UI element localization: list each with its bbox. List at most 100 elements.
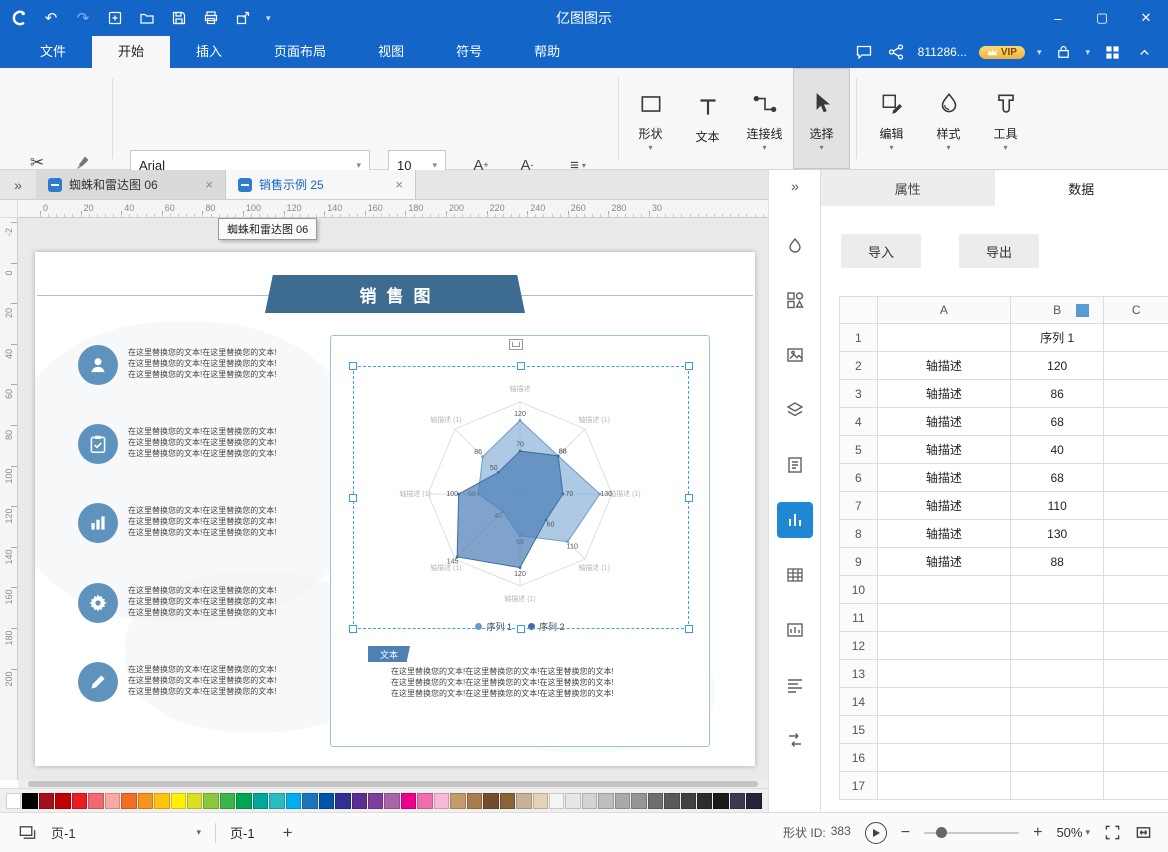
cell-b13[interactable] (1011, 660, 1104, 688)
doc-tabs-overflow-icon[interactable]: » (0, 170, 36, 199)
color-swatch-38[interactable] (631, 793, 646, 809)
cell-b2[interactable]: 120 (1011, 352, 1104, 380)
export-button[interactable]: 导出 (959, 234, 1039, 268)
row-number-12[interactable]: 12 (840, 632, 878, 660)
tool-1-button[interactable]: 文本 (679, 68, 736, 169)
column-header-c[interactable]: C (1104, 297, 1168, 324)
radar-chart-object[interactable]: 轴描述轴描述 (1)轴描述 (1)轴描述 (1)轴描述 (1)轴描述 (1)轴描… (330, 335, 710, 747)
text-tag[interactable]: 文本 (368, 646, 410, 662)
cell-a13[interactable] (878, 660, 1011, 688)
color-swatch-32[interactable] (533, 793, 548, 809)
cell-c1[interactable] (1104, 324, 1168, 352)
feature-item-3[interactable]: 在这里替换您的文本!在这里替换您的文本!在这里替换您的文本!在这里替换您的文本!… (78, 583, 348, 623)
color-swatch-37[interactable] (615, 793, 630, 809)
cell-c9[interactable] (1104, 548, 1168, 576)
feature-item-2[interactable]: 在这里替换您的文本!在这里替换您的文本!在这里替换您的文本!在这里替换您的文本!… (78, 503, 348, 543)
cell-a9[interactable]: 轴描述 (878, 548, 1011, 576)
panel-notes-icon[interactable] (777, 447, 813, 483)
zoom-level-select[interactable]: 50% ▾ (1056, 825, 1090, 840)
fit-to-window-icon[interactable] (1135, 824, 1152, 841)
color-swatch-27[interactable] (450, 793, 465, 809)
cell-b12[interactable] (1011, 632, 1104, 660)
cell-b7[interactable]: 110 (1011, 492, 1104, 520)
sheet-corner-cell[interactable] (840, 297, 878, 324)
zoom-slider-knob[interactable] (936, 827, 947, 838)
row-number-15[interactable]: 15 (840, 716, 878, 744)
color-swatch-2[interactable] (39, 793, 54, 809)
vip-badge[interactable]: VIP (979, 46, 1025, 59)
color-swatch-30[interactable] (500, 793, 515, 809)
cell-c13[interactable] (1104, 660, 1168, 688)
cell-c2[interactable] (1104, 352, 1168, 380)
row-number-5[interactable]: 5 (840, 436, 878, 464)
canvas-horizontal-scrollbar[interactable] (18, 780, 768, 788)
open-folder-icon[interactable] (138, 9, 156, 27)
panel-table-icon[interactable] (777, 557, 813, 593)
color-swatch-6[interactable] (105, 793, 120, 809)
color-swatch-22[interactable] (368, 793, 383, 809)
color-swatch-12[interactable] (203, 793, 218, 809)
collapse-ribbon-icon[interactable] (1134, 42, 1154, 62)
color-swatch-11[interactable] (187, 793, 202, 809)
cell-b15[interactable] (1011, 716, 1104, 744)
color-swatch-40[interactable] (664, 793, 679, 809)
row-number-1[interactable]: 1 (840, 324, 878, 352)
color-swatch-19[interactable] (319, 793, 334, 809)
close-tab-icon[interactable]: × (387, 177, 403, 192)
row-number-14[interactable]: 14 (840, 688, 878, 716)
import-button[interactable]: 导入 (841, 234, 921, 268)
panel-picture-icon[interactable] (777, 337, 813, 373)
cell-a8[interactable]: 轴描述 (878, 520, 1011, 548)
selection-handle-w[interactable] (349, 494, 357, 502)
cell-b4[interactable]: 68 (1011, 408, 1104, 436)
selection-handle-e[interactable] (685, 494, 693, 502)
cell-a12[interactable] (878, 632, 1011, 660)
color-swatch-31[interactable] (516, 793, 531, 809)
panel-fill-icon[interactable] (777, 228, 813, 264)
tool-2-button[interactable]: 连接线▾ (736, 68, 793, 169)
row-number-11[interactable]: 11 (840, 604, 878, 632)
document-tab-0[interactable]: 蜘蛛和雷达图 06× (36, 170, 226, 199)
row-number-13[interactable]: 13 (840, 660, 878, 688)
cell-b10[interactable] (1011, 576, 1104, 604)
maximize-button[interactable]: ▢ (1080, 0, 1124, 36)
cell-b6[interactable]: 68 (1011, 464, 1104, 492)
color-swatch-34[interactable] (565, 793, 580, 809)
cell-a1[interactable] (878, 324, 1011, 352)
feature-item-0[interactable]: 在这里替换您的文本!在这里替换您的文本!在这里替换您的文本!在这里替换您的文本!… (78, 345, 348, 385)
menu-tab-6[interactable]: 帮助 (508, 36, 586, 68)
color-swatch-4[interactable] (72, 793, 87, 809)
print-icon[interactable] (202, 9, 220, 27)
row-number-9[interactable]: 9 (840, 548, 878, 576)
close-button[interactable]: ✕ (1124, 0, 1168, 36)
cell-c15[interactable] (1104, 716, 1168, 744)
zoom-in-button[interactable]: + (1033, 825, 1042, 841)
tool-6-button[interactable]: 工具▾ (977, 68, 1034, 169)
color-swatch-15[interactable] (253, 793, 268, 809)
color-swatch-5[interactable] (88, 793, 103, 809)
save-icon[interactable] (170, 9, 188, 27)
cell-c12[interactable] (1104, 632, 1168, 660)
minimize-button[interactable]: – (1036, 0, 1080, 36)
panel-symbols-icon[interactable] (777, 282, 813, 318)
selection-handle-s[interactable] (517, 625, 525, 633)
menu-tab-4[interactable]: 视图 (352, 36, 430, 68)
cell-a7[interactable]: 轴描述 (878, 492, 1011, 520)
page-selector[interactable]: 页-1 ▾ (51, 823, 201, 842)
expand-panel-icon[interactable]: » (769, 178, 821, 194)
tool-4-button[interactable]: 编辑▾ (863, 68, 920, 169)
menu-tab-5[interactable]: 符号 (430, 36, 508, 68)
cell-a4[interactable]: 轴描述 (878, 408, 1011, 436)
color-swatch-36[interactable] (598, 793, 613, 809)
color-swatch-28[interactable] (467, 793, 482, 809)
series-color-chip[interactable] (1076, 304, 1089, 317)
zoom-out-button[interactable]: − (901, 825, 910, 841)
selection-handle-nw[interactable] (349, 362, 357, 370)
cell-a17[interactable] (878, 772, 1011, 800)
export-icon[interactable] (234, 9, 252, 27)
row-number-4[interactable]: 4 (840, 408, 878, 436)
menu-tab-1[interactable]: 开始 (92, 36, 170, 68)
undo-icon[interactable]: ↶ (42, 9, 60, 27)
document-tab-1[interactable]: 销售示例 25× (226, 170, 416, 199)
redo-icon[interactable]: ↷ (74, 9, 92, 27)
